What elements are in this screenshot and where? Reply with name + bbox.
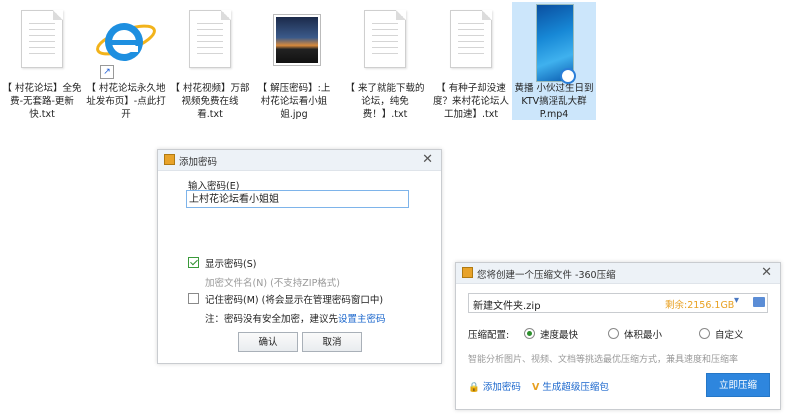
image-file-icon: [262, 4, 326, 82]
remember-password-note: (将会显示在管理密码窗口中): [261, 295, 384, 306]
shortcut-arrow-icon: ↗: [100, 65, 114, 79]
lock-icon: 🔒: [468, 382, 480, 393]
remember-password-text: 记住密码(M): [205, 295, 259, 306]
file-item[interactable]: 【 村花视频】万部视频免费在线看.txt: [168, 2, 252, 121]
encrypt-filenames-text: 加密文件名(N): [205, 278, 268, 289]
file-item[interactable]: 【 来了就能下载的论坛，纯免费！】.txt: [343, 2, 427, 121]
option-fastest-radio[interactable]: [524, 328, 535, 339]
add-password-link[interactable]: 🔒 添加密码: [468, 379, 521, 393]
option-fastest-label: 速度最快: [540, 330, 579, 341]
option-smallest-radio[interactable]: [608, 328, 619, 339]
file-item[interactable]: ↗ 【 村花论坛永久地址发布页】-点此打开: [84, 2, 168, 121]
super-package-text: 生成超级压缩包: [542, 382, 609, 393]
file-name: 【 来了就能下载的论坛，纯免费！】.txt: [345, 83, 425, 120]
compress-dialog: 您将创建一个压缩文件 -360压缩 ✕ 新建文件夹.zip 剩余:2156.1G…: [455, 262, 781, 410]
show-password-checkbox[interactable]: [188, 257, 199, 268]
v-badge-icon: V: [532, 382, 540, 393]
add-password-dialog: 添加密码 ✕ 输入密码(E) 上村花论坛看小姐姐 显示密码(S) 加密文件名(N…: [157, 149, 442, 364]
close-icon[interactable]: ✕: [761, 265, 772, 280]
password-input[interactable]: 上村花论坛看小姐姐: [186, 190, 409, 208]
set-master-password-link[interactable]: 设置主密码: [338, 314, 386, 325]
option-custom-label: 自定义: [715, 330, 744, 341]
file-name: 【 村花视频】万部视频免费在线看.txt: [170, 83, 250, 120]
dialog-titlebar: 添加密码 ✕: [158, 150, 441, 171]
text-file-icon: [178, 4, 242, 82]
file-item[interactable]: 【 解压密码】:上村花论坛看小姐姐.jpg: [252, 2, 336, 121]
text-file-icon: [439, 4, 503, 82]
file-name: 【 有种子却没速度？来村花论坛人工加速】.txt: [432, 83, 509, 120]
file-name: 【 解压密码】:上村花论坛看小姐姐.jpg: [257, 83, 331, 120]
remember-password-checkbox[interactable]: [188, 293, 199, 304]
archive-icon: [462, 267, 473, 278]
file-name: 黄播 小伙过生日到KTV搞淫乱大群P.mp4: [514, 83, 594, 120]
compress-config-label: 压缩配置:: [468, 330, 510, 341]
file-name: 【 村花论坛】全免费-无套路-更新快.txt: [2, 83, 82, 120]
cancel-button[interactable]: 取消: [302, 332, 362, 352]
super-package-link[interactable]: V 生成超级压缩包: [532, 379, 609, 393]
file-item-selected[interactable]: 黄播 小伙过生日到KTV搞淫乱大群P.mp4: [512, 2, 596, 120]
chevron-down-icon[interactable]: ▾: [734, 295, 739, 306]
player-badge-icon: [560, 68, 576, 84]
compress-hint: 智能分析图片、视频、文档等挑选最优压缩方式，兼具速度和压缩率: [468, 355, 739, 365]
close-icon[interactable]: ✕: [422, 152, 433, 167]
confirm-button[interactable]: 确认: [238, 332, 298, 352]
security-note: 注：密码没有安全加密，建议先设置主密码: [205, 311, 386, 325]
free-space-label: 剩余:2156.1GB: [665, 300, 735, 311]
add-password-text: 添加密码: [482, 382, 521, 393]
show-password-label: 显示密码(S): [205, 259, 257, 270]
remember-password-label: 记住密码(M) (将会显示在管理密码窗口中): [205, 292, 383, 306]
file-item[interactable]: 【 村花论坛】全免费-无套路-更新快.txt: [0, 2, 84, 121]
video-file-icon: [522, 4, 586, 84]
option-custom-radio[interactable]: [699, 328, 710, 339]
output-filename: 新建文件夹.zip: [473, 301, 541, 312]
text-file-icon: [353, 4, 417, 82]
file-item[interactable]: 【 有种子却没速度？来村花论坛人工加速】.txt: [429, 2, 513, 121]
internet-explorer-shortcut-icon: ↗: [94, 4, 158, 82]
dialog-title: 添加密码: [179, 157, 218, 168]
archive-icon: [164, 154, 175, 165]
dialog-title: 您将创建一个压缩文件 -360压缩: [477, 270, 616, 281]
security-note-text: 注：密码没有安全加密，建议先: [205, 314, 339, 325]
output-filename-field[interactable]: 新建文件夹.zip 剩余:2156.1GB ▾: [468, 293, 768, 313]
encrypt-filenames-note: (不支持ZIP格式): [270, 278, 341, 289]
folder-icon[interactable]: [753, 297, 765, 307]
encrypt-filenames-label: 加密文件名(N) (不支持ZIP格式): [205, 275, 340, 289]
dialog-titlebar: 您将创建一个压缩文件 -360压缩 ✕: [456, 263, 780, 284]
text-file-icon: [10, 4, 74, 82]
compress-now-button[interactable]: 立即压缩: [706, 373, 770, 397]
file-name: 【 村花论坛永久地址发布页】-点此打开: [86, 83, 166, 120]
option-smallest-label: 体积最小: [624, 330, 663, 341]
